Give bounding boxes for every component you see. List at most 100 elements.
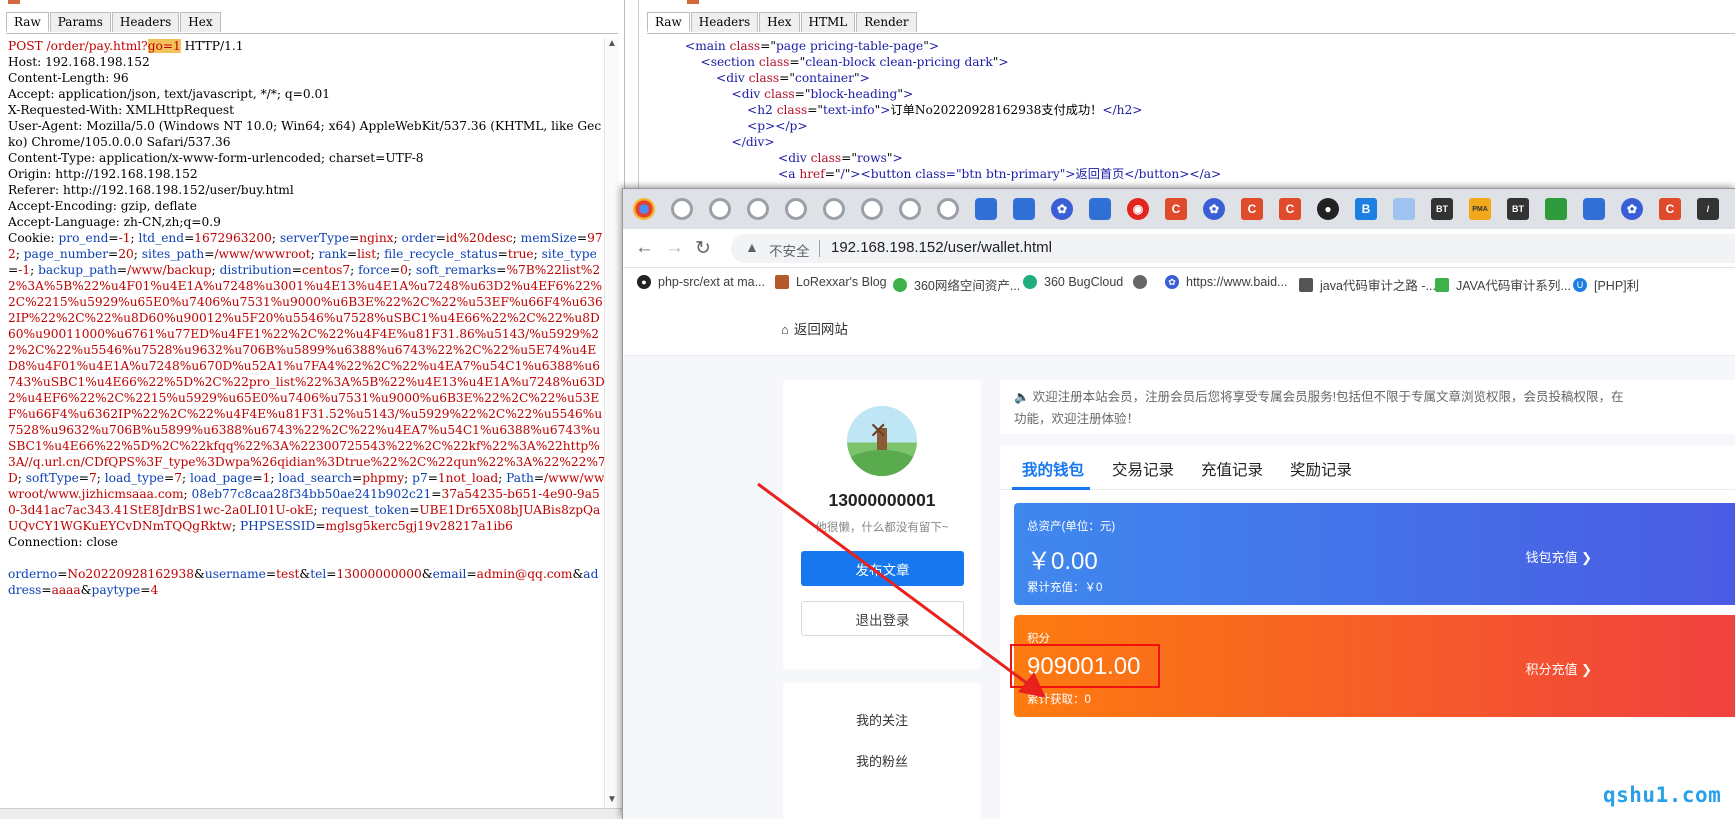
slash-tab-icon[interactable]: / bbox=[1697, 198, 1719, 220]
chrome-tab-icon[interactable] bbox=[671, 198, 693, 220]
chrome-tab-icon[interactable] bbox=[937, 198, 959, 220]
avatar-hill bbox=[847, 450, 917, 476]
points-recharge-link[interactable]: 积分充值 ❯ bbox=[1525, 659, 1592, 678]
scroll-down-icon[interactable]: ▼ bbox=[607, 794, 617, 805]
pma-tab-icon[interactable]: PMA bbox=[1469, 198, 1491, 220]
back-to-site-link[interactable]: ⌂ 返回网站 bbox=[781, 318, 848, 338]
header-referer: Referer: http://192.168.198.152/user/buy… bbox=[8, 183, 294, 197]
html-tag-close: > bbox=[764, 135, 775, 149]
chrome-tab-icon[interactable] bbox=[823, 198, 845, 220]
paw-tab-icon[interactable]: ✿ bbox=[1621, 198, 1643, 220]
tab-headers[interactable]: Headers bbox=[690, 12, 759, 32]
chrome-tab-icon[interactable] bbox=[899, 198, 921, 220]
points-card: 积分 909001.00 累计获取：0 积分充值 ❯ bbox=[1010, 615, 1735, 717]
tab-hex[interactable]: Hex bbox=[180, 12, 221, 32]
paw-tab-icon[interactable]: ✿ bbox=[1051, 198, 1073, 220]
cookie-key: force bbox=[358, 263, 390, 277]
bookmark-item[interactable]: JAVA代码审计系列... bbox=[1435, 275, 1571, 294]
bookmark-item[interactable]: java代码审计之路 -... bbox=[1299, 275, 1436, 294]
header-accept-language: Accept-Language: zh-CN,zh;q=0.9 bbox=[8, 215, 221, 229]
forward-arrow-icon[interactable]: → bbox=[665, 237, 684, 259]
separator: ; bbox=[271, 231, 280, 245]
menu-item-following[interactable]: 我的关注 bbox=[783, 710, 981, 729]
chrome-tab-icon[interactable] bbox=[747, 198, 769, 220]
separator: ; bbox=[17, 471, 26, 485]
shield-green-tab-icon[interactable] bbox=[1545, 198, 1567, 220]
cookie-key: serverType bbox=[279, 231, 350, 245]
weibo-tab-icon[interactable]: ◉ bbox=[1127, 198, 1149, 220]
tab-reward-records[interactable]: 奖励记录 bbox=[1290, 458, 1352, 480]
equals-sign: = bbox=[326, 567, 337, 581]
paw-tab-icon[interactable]: ✿ bbox=[1203, 198, 1225, 220]
request-scrollbar[interactable]: ▲ ▼ bbox=[604, 38, 619, 810]
scroll-up-icon[interactable]: ▲ bbox=[607, 38, 617, 49]
shield-tab-icon[interactable] bbox=[975, 198, 997, 220]
equals-sign: = bbox=[389, 263, 401, 277]
response-code-line: <main class="page pricing-table-page"> bbox=[685, 39, 940, 53]
chrome-tab-icon[interactable] bbox=[633, 198, 655, 220]
bookmark-item[interactable]: ● php-src/ext at ma... bbox=[637, 275, 765, 289]
warning-icon[interactable]: ▲ bbox=[745, 239, 759, 255]
tab-html[interactable]: HTML bbox=[800, 12, 856, 32]
address-bar[interactable]: ▲ 不安全 192.168.198.152/user/wallet.html bbox=[731, 234, 1735, 263]
b-tab-icon[interactable]: B bbox=[1355, 198, 1377, 220]
tab-my-wallet[interactable]: 我的钱包 bbox=[1022, 458, 1084, 480]
bookmark-item[interactable]: U [PHP]利 bbox=[1573, 275, 1639, 294]
chrome-tab-icon[interactable] bbox=[861, 198, 883, 220]
bookmark-item[interactable]: 360网络空间资产... bbox=[893, 275, 1020, 294]
c-tab-icon[interactable]: C bbox=[1241, 198, 1263, 220]
html-attr: class bbox=[772, 103, 808, 117]
body-param-key: username bbox=[204, 567, 266, 581]
raw-request-editor[interactable]: POST /order/pay.html?go=1 HTTP/1.1 Host:… bbox=[8, 38, 606, 598]
bt-tab-icon[interactable]: BT bbox=[1507, 198, 1529, 220]
tab-render[interactable]: Render bbox=[856, 12, 917, 32]
globe-tab-icon[interactable] bbox=[1089, 198, 1111, 220]
menu-item-followers[interactable]: 我的粉丝 bbox=[783, 751, 981, 770]
cookie-value: phpmy bbox=[362, 471, 405, 485]
bird-tab-icon[interactable] bbox=[1393, 198, 1415, 220]
cookie-value: list bbox=[357, 247, 377, 261]
tab-params[interactable]: Params bbox=[49, 12, 111, 32]
cookie-value: 7 bbox=[174, 471, 182, 485]
wallet-recharge-label: 钱包充值 bbox=[1525, 550, 1578, 565]
bookmark-item[interactable]: 360 BugCloud bbox=[1023, 275, 1123, 289]
github-tab-icon[interactable]: ● bbox=[1317, 198, 1339, 220]
chrome-tab-icon[interactable] bbox=[709, 198, 731, 220]
bookmark-item[interactable]: ✿ https://www.baid... bbox=[1165, 275, 1287, 289]
reload-icon[interactable]: ↻ bbox=[695, 237, 711, 260]
http-version: HTTP/1.1 bbox=[180, 39, 244, 53]
tab-transactions[interactable]: 交易记录 bbox=[1112, 458, 1174, 480]
publish-article-button[interactable]: 发布文章 bbox=[801, 551, 964, 586]
request-method-path: POST /order/pay.html? bbox=[8, 39, 148, 53]
chrome-tab-icon[interactable] bbox=[785, 198, 807, 220]
bookmark-item[interactable]: LoRexxar's Blog bbox=[775, 275, 887, 289]
tab-recharge-records[interactable]: 充值记录 bbox=[1201, 458, 1263, 480]
back-arrow-icon[interactable]: ← bbox=[635, 237, 654, 259]
url-text[interactable]: 192.168.198.152/user/wallet.html bbox=[831, 239, 1052, 256]
response-tabs: Raw Headers Hex HTML Render bbox=[647, 12, 918, 32]
tab-raw[interactable]: Raw bbox=[647, 12, 690, 32]
cookie-value: -1 bbox=[18, 263, 31, 277]
c-tab-icon[interactable]: C bbox=[1165, 198, 1187, 220]
avatar[interactable]: ✕ bbox=[847, 406, 917, 476]
c-tab-icon[interactable]: C bbox=[1279, 198, 1301, 220]
tab-hex[interactable]: Hex bbox=[759, 12, 800, 32]
raw-response-viewer[interactable]: <main class="page pricing-table-page"> <… bbox=[685, 38, 1221, 182]
security-status[interactable]: 不安全 bbox=[769, 240, 810, 260]
header-host: Host: 192.168.198.152 bbox=[8, 55, 150, 69]
logout-button[interactable]: 退出登录 bbox=[801, 601, 964, 636]
wallet-recharge-link[interactable]: 钱包充值 ❯ bbox=[1525, 547, 1592, 566]
shield-tab-icon[interactable] bbox=[1013, 198, 1035, 220]
bt-tab-icon[interactable]: BT bbox=[1431, 198, 1453, 220]
equals-sign: = bbox=[466, 567, 477, 581]
tab-raw[interactable]: Raw bbox=[6, 12, 49, 32]
c-tab-icon[interactable]: C bbox=[1659, 198, 1681, 220]
bookmark-item[interactable] bbox=[1133, 275, 1154, 289]
cookie-key: load_page bbox=[189, 471, 253, 485]
body-param-value: 4 bbox=[150, 583, 159, 597]
html-tag: </div bbox=[731, 135, 765, 149]
html-tag-close: > bbox=[998, 55, 1009, 69]
header-cookie-label: Cookie: bbox=[8, 231, 59, 245]
shield-tab-icon[interactable] bbox=[1583, 198, 1605, 220]
tab-headers[interactable]: Headers bbox=[111, 12, 180, 32]
